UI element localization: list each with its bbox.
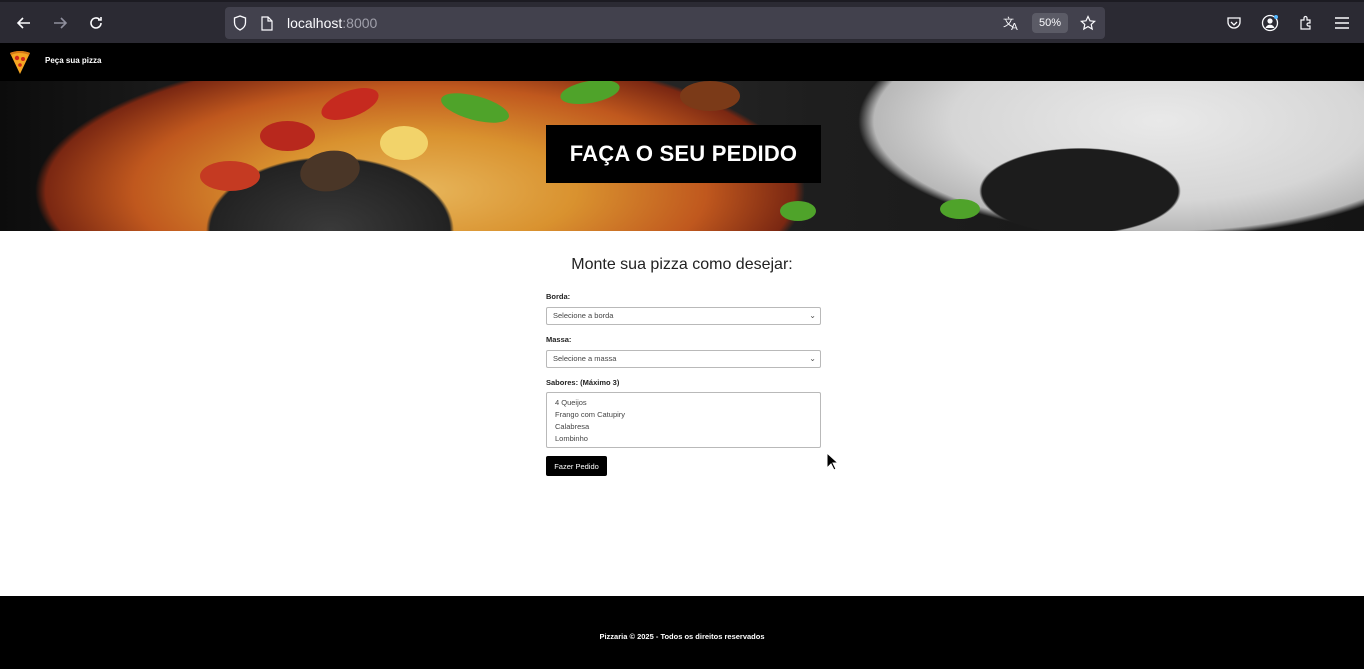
massa-label: Massa: — [546, 335, 572, 344]
zoom-level[interactable]: 50% — [1032, 13, 1068, 33]
borda-select[interactable]: Selecione a borda ⌄ — [546, 307, 821, 325]
extensions-icon[interactable] — [1293, 10, 1319, 36]
sabores-listbox[interactable]: 4 Queijos Frango com Catupiry Calabresa … — [546, 392, 821, 448]
chevron-down-icon: ⌄ — [809, 311, 816, 320]
translate-icon[interactable]: 文A — [1003, 7, 1021, 39]
shield-icon[interactable] — [233, 7, 247, 39]
form-heading: Monte sua pizza como desejar: — [571, 256, 793, 273]
bookmark-star-icon[interactable] — [1080, 7, 1096, 39]
back-icon[interactable] — [10, 10, 38, 36]
pocket-icon[interactable] — [1221, 10, 1247, 36]
url-bar[interactable]: localhost:8000 文A 50% — [225, 7, 1105, 39]
mouse-cursor-icon — [826, 451, 840, 472]
svg-text:A: A — [1011, 22, 1018, 31]
footer-text: Pizzaria © 2025 - Todos os direitos rese… — [599, 632, 765, 641]
hero-title: FAÇA O SEU PEDIDO — [546, 125, 821, 183]
massa-select-value: Selecione a massa — [553, 354, 617, 363]
site-header: Peça sua pizza — [0, 43, 1364, 81]
site-footer: Pizzaria © 2025 - Todos os direitos rese… — [0, 596, 1364, 669]
url-text[interactable]: localhost:8000 — [287, 7, 377, 39]
brand-link[interactable]: Peça sua pizza — [45, 56, 101, 65]
forward-icon[interactable] — [46, 10, 74, 36]
hero-banner: FAÇA O SEU PEDIDO — [0, 81, 1364, 231]
browser-toolbar: localhost:8000 文A 50% — [0, 0, 1364, 43]
account-icon[interactable] — [1257, 10, 1283, 36]
massa-select[interactable]: Selecione a massa ⌄ — [546, 350, 821, 368]
borda-select-value: Selecione a borda — [553, 311, 614, 320]
menu-icon[interactable] — [1329, 10, 1355, 36]
sabor-option[interactable]: Calabresa — [555, 421, 812, 433]
sabor-option[interactable]: Lombinho — [555, 433, 812, 445]
sabores-label: Sabores: (Máximo 3) — [546, 378, 620, 387]
fazer-pedido-button[interactable]: Fazer Pedido — [546, 456, 607, 476]
pizza-logo-icon[interactable] — [8, 49, 34, 75]
chevron-down-icon: ⌄ — [809, 354, 816, 363]
borda-label: Borda: — [546, 292, 571, 301]
sabor-option[interactable]: Frango com Catupiry — [555, 409, 812, 421]
page-icon[interactable] — [261, 7, 273, 39]
sabor-option[interactable]: 4 Queijos — [555, 397, 812, 409]
reload-icon[interactable] — [82, 10, 110, 36]
